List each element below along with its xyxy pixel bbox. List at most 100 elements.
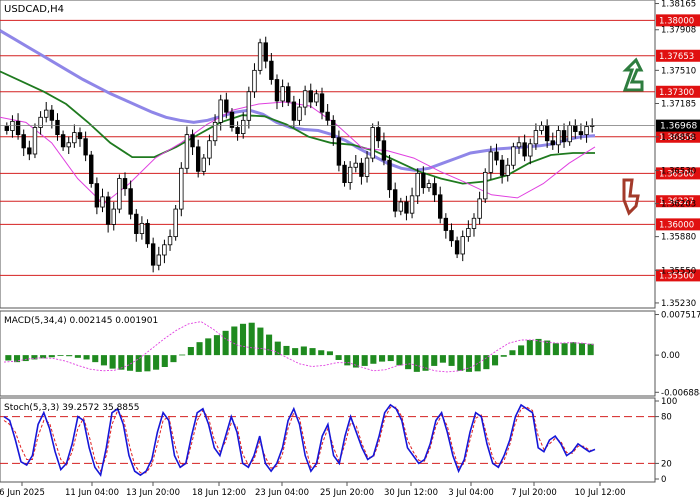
x-tick-label: 30 Jun 12:00 bbox=[384, 488, 438, 498]
candle-body bbox=[505, 164, 510, 176]
candle-body bbox=[392, 189, 398, 212]
candle-body bbox=[207, 140, 212, 159]
macd-bar bbox=[5, 355, 12, 361]
macd-bar bbox=[231, 326, 238, 356]
candle-body bbox=[449, 230, 454, 242]
candle-body bbox=[229, 111, 235, 128]
stoch-y-tick-label: 100 bbox=[661, 397, 677, 407]
x-tick-label: 25 Jun 20:00 bbox=[320, 488, 374, 498]
candle-body bbox=[466, 228, 471, 238]
candle-body bbox=[460, 236, 465, 255]
macd-bar bbox=[205, 338, 212, 356]
stoch-y-tick-label: 0 bbox=[661, 475, 666, 485]
macd-bar bbox=[222, 330, 229, 356]
candle-body bbox=[94, 183, 100, 208]
candle-body bbox=[291, 101, 297, 121]
level-label: 1.37653 bbox=[659, 52, 694, 62]
candle-body bbox=[274, 79, 280, 102]
candle-body bbox=[72, 132, 77, 144]
macd-bar bbox=[561, 343, 568, 356]
candle-body bbox=[364, 157, 370, 177]
candle-body bbox=[201, 157, 207, 172]
x-tick-label: 7 Jul 20:00 bbox=[511, 488, 557, 498]
macd-bar bbox=[526, 340, 533, 356]
macd-bar bbox=[509, 350, 516, 356]
candle-body bbox=[522, 142, 527, 157]
candle-body bbox=[573, 125, 578, 132]
candle-body bbox=[471, 217, 477, 229]
candle-body bbox=[376, 127, 381, 142]
candle-body bbox=[297, 106, 302, 121]
macd-bar bbox=[179, 354, 186, 356]
candle-body bbox=[128, 188, 133, 215]
x-tick-label: 3 Jul 04:00 bbox=[448, 488, 494, 498]
macd-bar bbox=[239, 323, 247, 356]
candle-body bbox=[83, 138, 88, 156]
macd-bar bbox=[170, 355, 177, 363]
candle-body bbox=[184, 134, 190, 169]
candle-body bbox=[516, 142, 522, 148]
macd-bar bbox=[587, 343, 594, 356]
macd-bar bbox=[309, 348, 316, 356]
macd-bar bbox=[361, 355, 368, 366]
candle-body bbox=[567, 125, 572, 143]
candle-body bbox=[122, 178, 128, 190]
level-label: 1.37300 bbox=[659, 88, 694, 98]
macd-bar bbox=[248, 322, 255, 356]
y-tick-label: 1.35550 bbox=[661, 266, 696, 276]
candle-body bbox=[156, 254, 161, 266]
x-tick-label: 6 Jun 2025 bbox=[0, 488, 45, 498]
candle-body bbox=[55, 119, 60, 136]
candle-body bbox=[511, 146, 516, 166]
candle-body bbox=[66, 142, 71, 148]
candle-body bbox=[27, 147, 32, 155]
stoch-y-axis: 100 80 20 0 bbox=[655, 397, 677, 485]
macd-bar bbox=[318, 350, 325, 356]
candle-body bbox=[584, 126, 589, 136]
macd-bar bbox=[500, 355, 507, 357]
candle-body bbox=[426, 183, 432, 189]
candle-body bbox=[359, 162, 364, 177]
candle-body bbox=[21, 134, 26, 149]
candle-body bbox=[398, 201, 404, 212]
candle-body bbox=[246, 91, 252, 121]
macd-bar bbox=[74, 355, 81, 358]
macd-bar bbox=[83, 355, 90, 360]
candle-body bbox=[190, 134, 195, 148]
x-tick-label: 23 Jun 04:00 bbox=[255, 488, 309, 498]
price-y-axis: 1.38165 1.37908 1.37510 1.37185 1.36858 1.365… bbox=[655, 0, 696, 309]
candle-body bbox=[49, 109, 55, 121]
macd-bar bbox=[422, 355, 429, 371]
macd-bar bbox=[187, 347, 194, 356]
candle-body bbox=[488, 151, 494, 173]
candle-body bbox=[105, 196, 111, 225]
chart-svg: 1.380001.376531.373001.368591.365001.362… bbox=[0, 0, 700, 498]
candle-body bbox=[409, 195, 415, 214]
macd-bar bbox=[370, 355, 377, 364]
candle-body bbox=[252, 69, 257, 93]
candle-body bbox=[32, 127, 38, 155]
candle-body bbox=[89, 154, 94, 184]
x-axis: 6 Jun 2025 11 Jun 04:00 13 Jun 20:00 18 Jun… bbox=[0, 482, 625, 498]
candle-body bbox=[528, 143, 533, 157]
candle-body bbox=[150, 243, 156, 266]
macd-bar bbox=[396, 355, 403, 366]
price-panel-title: USDCAD,H4 bbox=[4, 4, 64, 15]
current-price-label: 1.36968 bbox=[660, 122, 697, 132]
chart-root: 1.38000 1.37653 1.37300 1.36859 1.36500 1.362… bbox=[0, 0, 700, 500]
macd-bar bbox=[387, 355, 394, 362]
candle-body bbox=[134, 213, 139, 234]
y-tick-label: 1.38165 bbox=[661, 0, 696, 10]
y-tick-label: 1.36858 bbox=[661, 133, 696, 143]
macd-bar bbox=[196, 342, 203, 356]
macd-bar bbox=[578, 343, 586, 356]
candle-body bbox=[336, 137, 342, 166]
candle-body bbox=[218, 99, 223, 123]
macd-bar bbox=[413, 355, 420, 372]
macd-bar bbox=[109, 355, 116, 369]
candle-body bbox=[331, 119, 336, 139]
candle-body bbox=[44, 109, 49, 118]
macd-bar bbox=[22, 355, 29, 362]
candle-body bbox=[454, 240, 460, 255]
macd-bar bbox=[213, 335, 220, 356]
